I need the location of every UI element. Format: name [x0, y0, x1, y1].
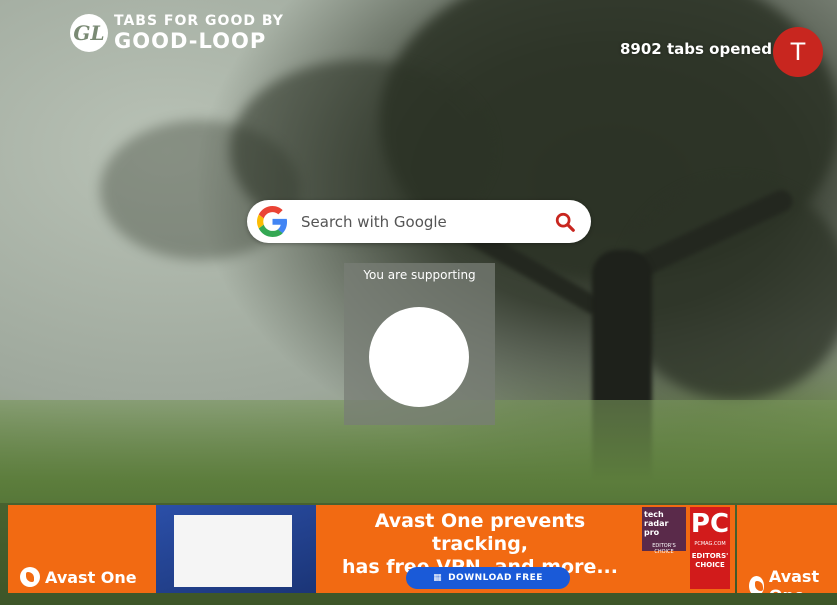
logo-tagline: TABS FOR GOOD BY [114, 13, 284, 29]
avast-logo: Avast One [20, 567, 137, 587]
windows-icon: ▦ [433, 573, 443, 583]
ad-banner-secondary[interactable]: Avast One [737, 505, 837, 593]
logo-name: GOOD-LOOP [114, 29, 267, 53]
laptop-screen [174, 515, 292, 587]
laptop-image [156, 505, 316, 593]
good-loop-logo[interactable]: GL TABS FOR GOOD BY GOOD-LOOP [70, 14, 284, 52]
techradar-text: tech radar pro [644, 510, 669, 537]
avast-icon [20, 567, 40, 587]
pcmag-badge: PC PCMAG.COM EDITORS' CHOICE [690, 507, 730, 589]
supporting-charity-panel: You are supporting [344, 263, 495, 425]
avast-logo-secondary: Avast One [749, 567, 837, 593]
ad-headline-line1: Avast One prevents tracking, [374, 510, 586, 555]
pcmag-editors-choice: EDITORS' CHOICE [691, 552, 729, 569]
pcmag-site: PCMAG.COM [694, 541, 726, 547]
avast-icon [749, 576, 764, 593]
user-avatar[interactable]: T [773, 27, 823, 77]
download-label: DOWNLOAD FREE [448, 573, 543, 583]
pcmag-logo: PC [690, 509, 730, 539]
techradar-editors-choice: EDITOR'S CHOICE [652, 543, 676, 555]
ad-banner[interactable]: Avast One Avast One prevents tracking, h… [8, 505, 735, 593]
search-bar [247, 200, 591, 243]
download-free-button[interactable]: ▦ DOWNLOAD FREE [406, 567, 570, 589]
good-loop-logo-icon: GL [70, 14, 108, 52]
charity-logo[interactable] [369, 307, 469, 407]
search-icon[interactable] [554, 211, 576, 233]
google-icon [257, 206, 288, 237]
supporting-label: You are supporting [363, 268, 476, 282]
avast-brand-secondary: Avast One [768, 567, 820, 593]
tabs-opened-count: 8902 tabs opened [620, 40, 772, 58]
search-input[interactable] [299, 208, 543, 236]
avast-brand: Avast One [45, 567, 137, 587]
